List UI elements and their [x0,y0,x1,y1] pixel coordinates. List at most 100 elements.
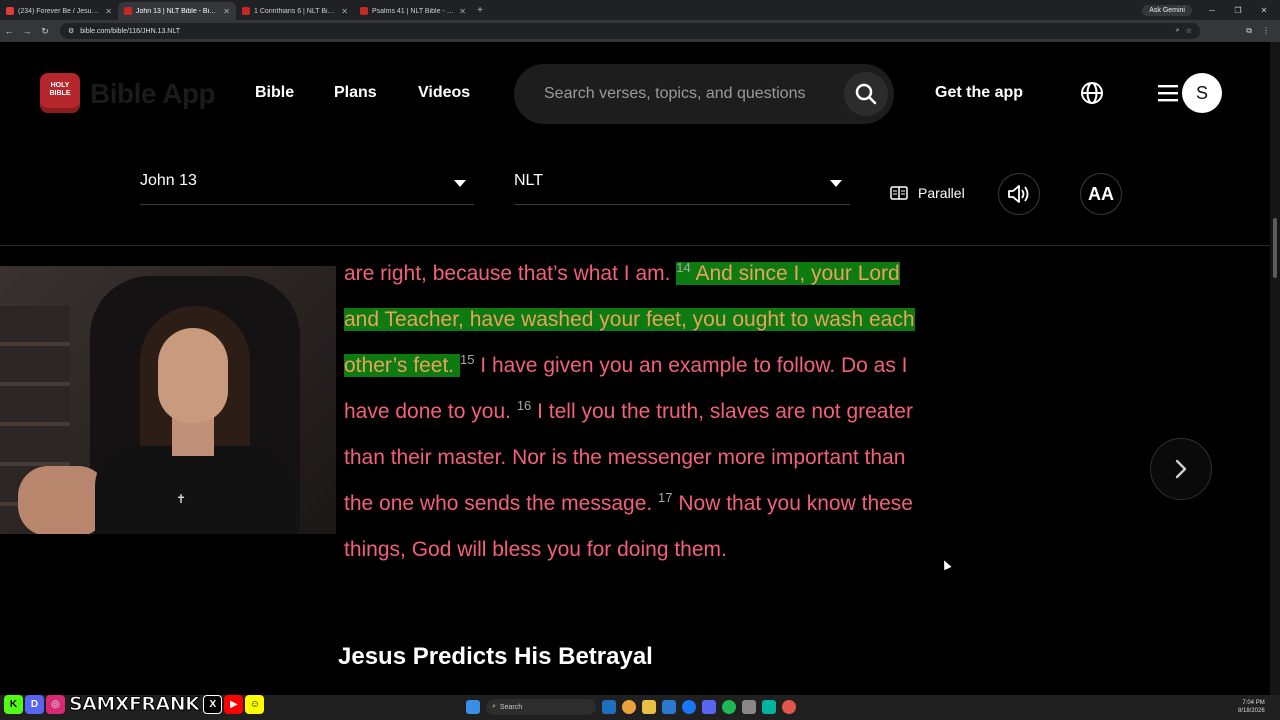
extensions-icon[interactable]: ⧉ [1246,26,1252,36]
clock-date: 8/18/2026 [1238,708,1265,714]
taskbar-search[interactable]: ⌕ Search [486,699,596,715]
tab-title: Psalms 41 | NLT Bible - Bible Ap... [372,7,455,15]
minimize-icon[interactable]: ─ [1206,6,1218,15]
bookmark-star-icon[interactable]: ☆ [1186,27,1192,35]
close-tab-icon[interactable]: ✕ [223,7,230,16]
file-explorer-icon[interactable] [642,700,656,714]
chapter-value: John 13 [140,172,197,189]
next-chapter-button[interactable] [1150,438,1212,500]
verse-13-end: are right, because that’s what I am. [344,262,677,285]
window-controls: Ask Gemini ─ ❐ ✕ [1142,4,1280,16]
logo-wordmark[interactable]: Bible App [90,78,216,110]
parallel-button[interactable]: Parallel [890,185,965,201]
search-button[interactable] [844,72,888,116]
bible-app-logo-icon[interactable]: HOLY BIBLE [40,73,80,113]
tab-title: John 13 | NLT Bible - Bible App [136,7,219,15]
scrollbar-thumb[interactable] [1273,218,1277,278]
parallel-label: Parallel [918,185,965,201]
logo-line-1: HOLY [50,82,70,89]
nav-bible[interactable]: Bible [255,84,294,102]
audio-button[interactable] [998,173,1040,215]
browser-extensions: ⧉ ⋮ [1246,26,1280,36]
bible-favicon-icon [360,7,368,15]
search-icon: ⌕ [492,703,496,710]
kick-icon: K [4,694,23,714]
get-the-app-link[interactable]: Get the app [935,84,1023,102]
instagram-icon: ◎ [46,694,65,714]
chapter-selector[interactable]: John 13 [140,172,474,205]
chapter-reader: are right, because that’s what I am. 14 … [0,247,1270,695]
youtube-favicon-icon [6,7,14,15]
version-value: NLT [514,172,544,189]
edge-icon[interactable] [602,700,616,714]
back-icon[interactable]: ← [0,26,18,36]
x-icon: X [203,694,223,714]
store-icon[interactable] [662,700,676,714]
chevron-down-icon [830,180,842,187]
snapchat-icon: ☺ [245,694,265,714]
reload-icon[interactable]: ↻ [36,26,54,37]
chevron-down-icon [454,180,466,187]
address-bar[interactable]: ⚙ bible.com/bible/116/JHN.13.NLT ⌕ ☆ [60,23,1200,39]
bible-favicon-icon [242,7,250,15]
url-text: bible.com/bible/116/JHN.13.NLT [80,27,181,35]
clock-time: 7:04 PM [1242,700,1265,706]
zoom-icon[interactable]: ⌕ [1176,27,1180,35]
verse-number: 15 [459,352,475,367]
screen: (234) Forever Be / Jesus Be the... ✕ Joh… [0,0,1280,720]
tab-john-13[interactable]: John 13 | NLT Bible - Bible App ✕ [118,2,236,20]
site-info-icon[interactable]: ⚙ [68,27,74,35]
chevron-right-icon [1175,459,1187,479]
tab-youtube[interactable]: (234) Forever Be / Jesus Be the... ✕ [0,2,118,20]
app-icon[interactable] [762,700,776,714]
taskbar-apps: ⌕ Search [466,699,796,715]
browser-tab-bar: (234) Forever Be / Jesus Be the... ✕ Joh… [0,0,1280,20]
bible-favicon-icon [124,7,132,15]
system-clock[interactable]: 7:04 PM 8/18/2026 [1238,699,1265,715]
search-input[interactable]: Search verses, topics, and questions [514,64,894,124]
tab-1-corinthians-6[interactable]: 1 Corinthians 6 | NLT Bible - Bib... ✕ [236,2,354,20]
streamer-social-overlay: K D ◎ SAMXFRANK X ▶ ☺ [4,692,265,716]
close-window-icon[interactable]: ✕ [1258,6,1270,15]
chrome-icon[interactable] [622,700,636,714]
chrome-profile-icon[interactable] [782,700,796,714]
nav-videos[interactable]: Videos [418,84,470,102]
forward-icon[interactable]: → [18,26,36,36]
search-placeholder: Search verses, topics, and questions [544,85,806,102]
verse-number: 14 [676,260,691,275]
close-tab-icon[interactable]: ✕ [341,7,348,16]
ask-gemini-button[interactable]: Ask Gemini [1142,4,1192,16]
avatar[interactable]: S [1182,73,1222,113]
streamer-face [158,328,228,423]
menu-hamburger-icon[interactable] [1158,83,1178,103]
tab-title: 1 Corinthians 6 | NLT Bible - Bib... [254,7,337,15]
cross-necklace-icon: ✝ [176,492,187,506]
parallel-book-icon [890,186,908,200]
restore-icon[interactable]: ❐ [1232,6,1244,15]
new-tab-button[interactable]: + [472,5,488,16]
youtube-icon: ▶ [224,694,244,714]
spotify-icon[interactable] [722,700,736,714]
language-globe-icon[interactable] [1080,81,1104,105]
settings-icon[interactable] [742,700,756,714]
discord-icon[interactable] [702,700,716,714]
webcam-overlay: ✝ [0,266,336,534]
nav-plans[interactable]: Plans [334,84,377,102]
version-selector[interactable]: NLT [514,172,850,205]
verse-number: 17 [658,490,673,505]
search-icon [855,83,877,105]
windows-start-icon[interactable] [466,700,480,714]
taskbar-search-label: Search [499,703,523,711]
font-size-label: AA [1088,183,1114,204]
menu-dots-icon[interactable]: ⋮ [1262,26,1270,36]
speaker-audio-icon [1008,185,1029,203]
facebook-icon[interactable] [682,700,696,714]
browser-toolbar: ← → ↻ ⚙ bible.com/bible/116/JHN.13.NLT ⌕… [0,20,1280,42]
close-tab-icon[interactable]: ✕ [459,7,466,16]
close-tab-icon[interactable]: ✕ [105,7,112,16]
verse-number: 16 [516,398,532,413]
tab-title: (234) Forever Be / Jesus Be the... [18,7,102,15]
page-scrollbar[interactable] [1270,42,1280,695]
font-size-button[interactable]: AA [1080,173,1122,215]
tab-psalms-41[interactable]: Psalms 41 | NLT Bible - Bible Ap... ✕ [354,2,472,20]
